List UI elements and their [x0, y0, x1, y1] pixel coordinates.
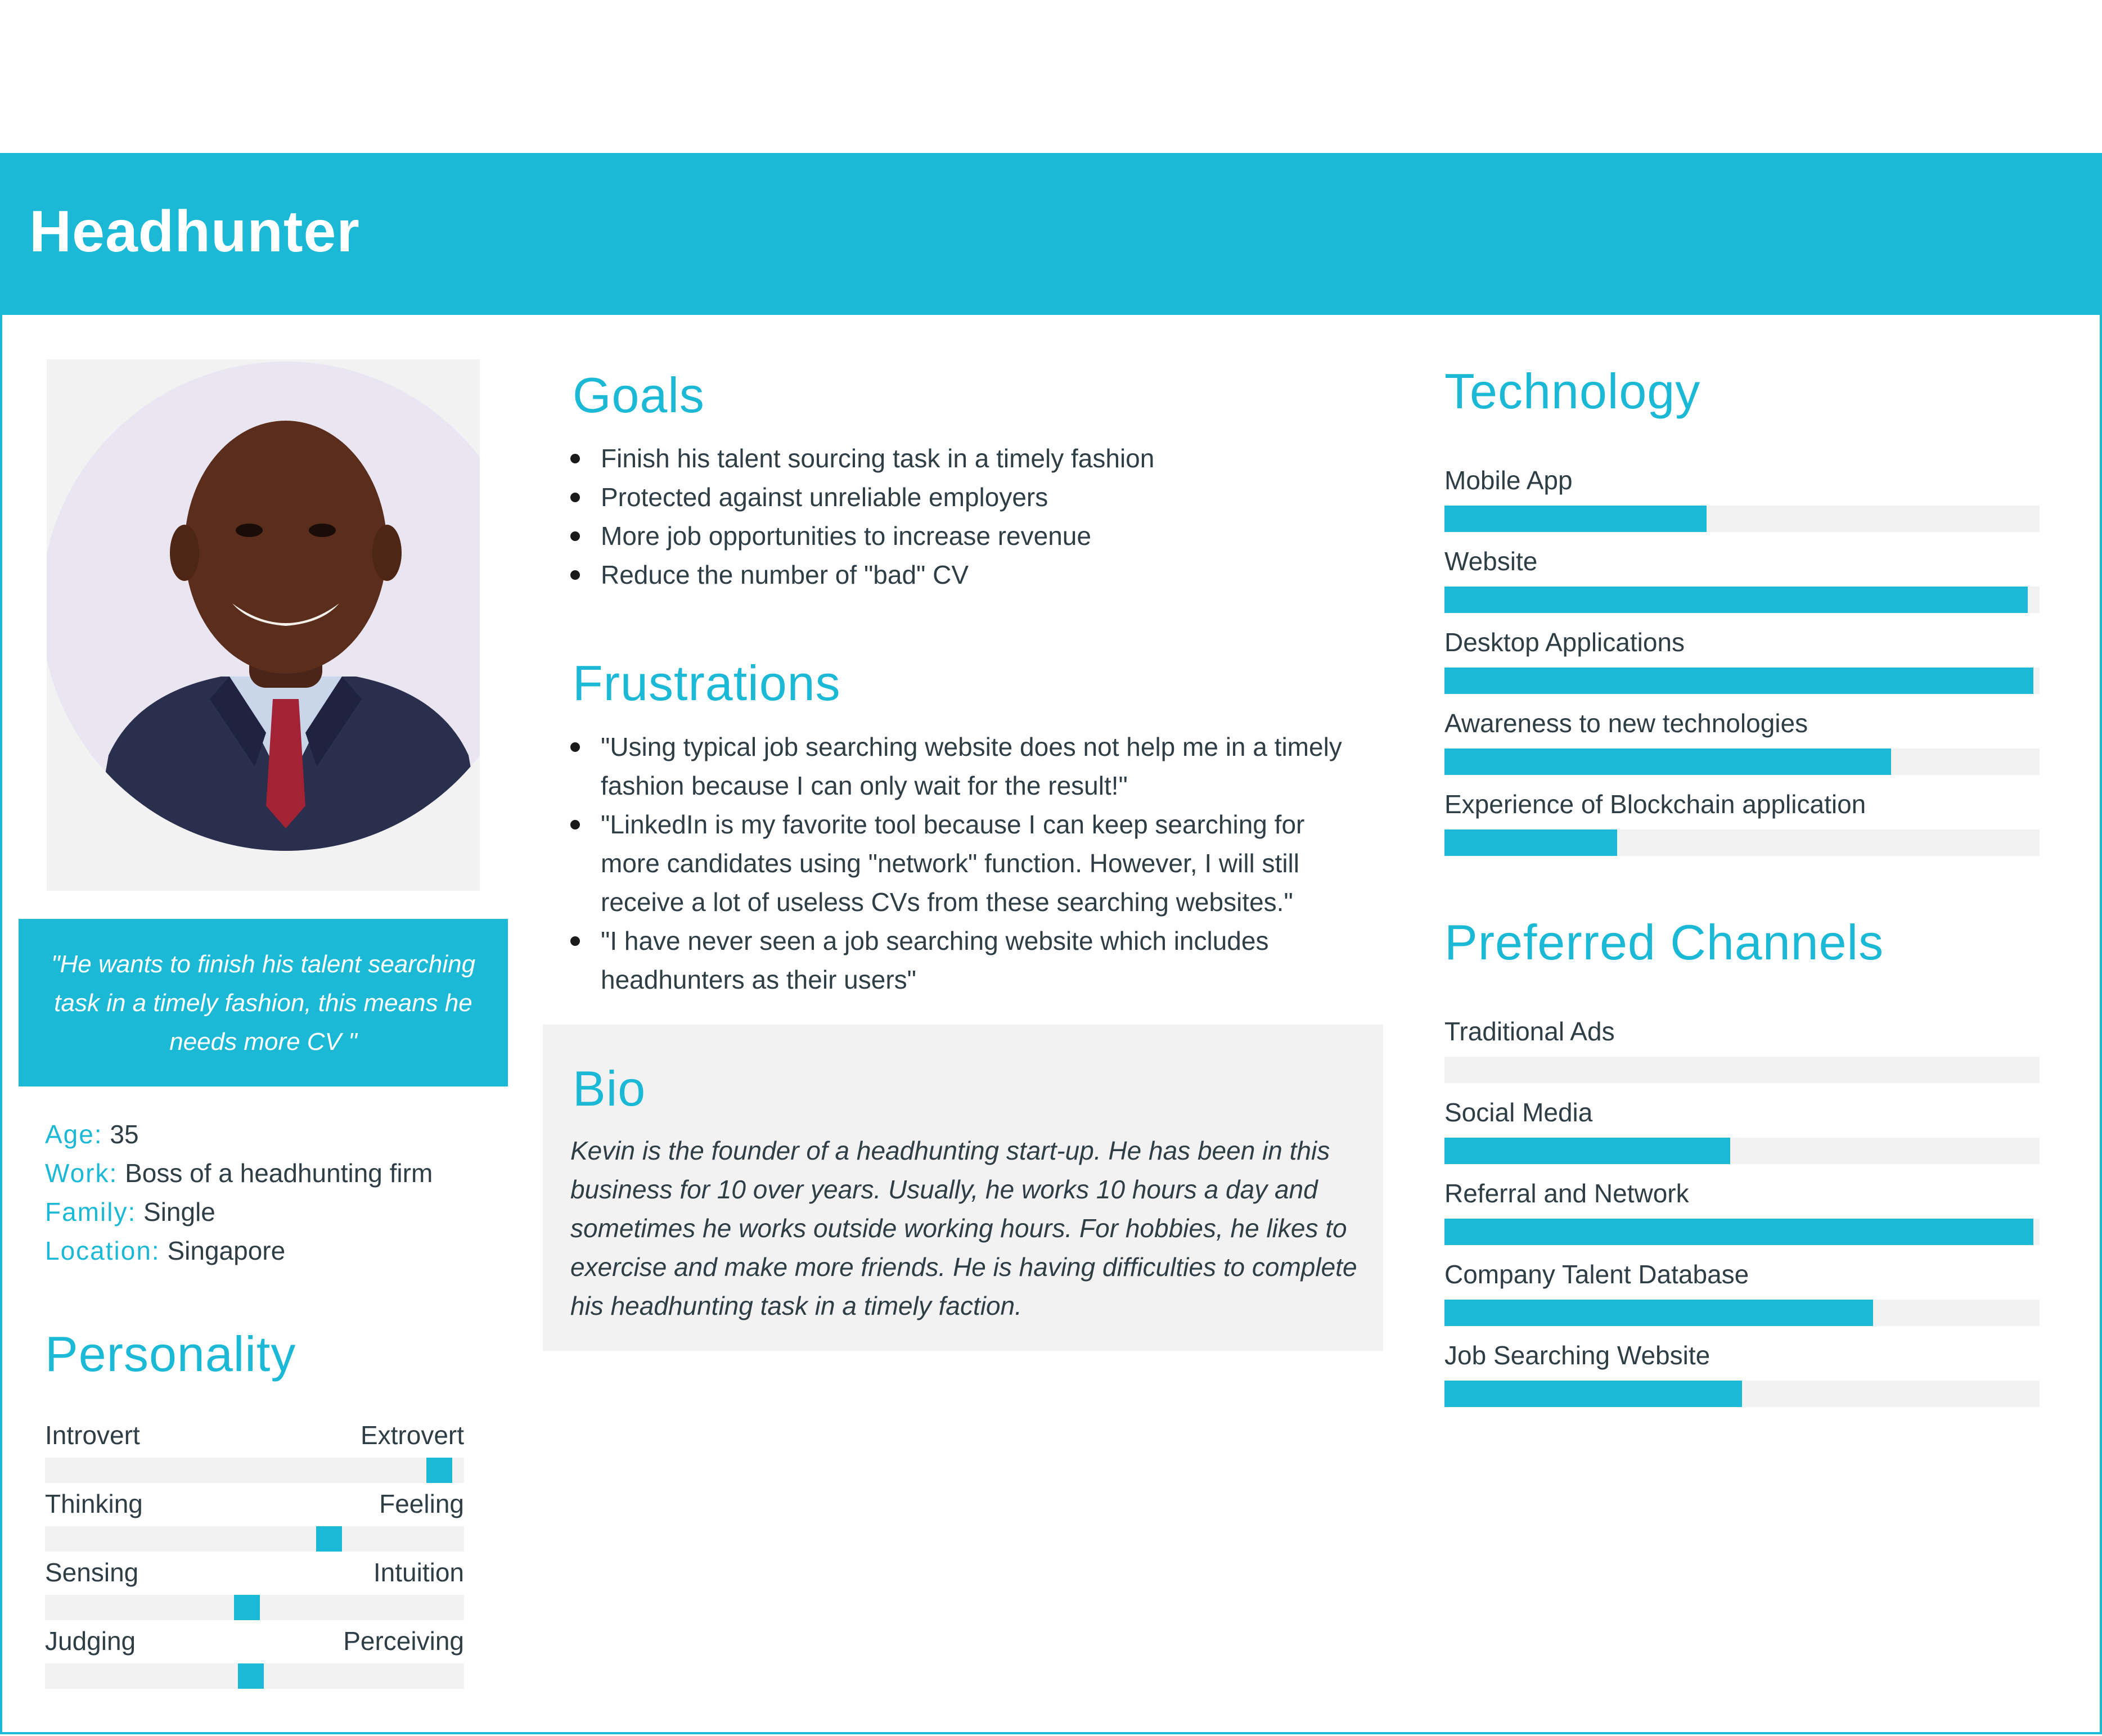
channel-meter-social-media: Social Media	[1444, 1097, 2040, 1164]
list-item: Finish his talent sourcing task in a tim…	[570, 439, 1392, 478]
meter-label: Referral and Network	[1444, 1179, 1689, 1208]
technology-title: Technology	[1444, 363, 1701, 419]
goals-list: Finish his talent sourcing task in a tim…	[570, 439, 1392, 594]
channel-meter-company-database: Company Talent Database	[1444, 1259, 2040, 1326]
fact-age: Age: 35	[45, 1115, 506, 1154]
persona-facts: Age: 35 Work: Boss of a headhunting firm…	[45, 1115, 506, 1270]
tech-meter-awareness: Awareness to new technologies	[1444, 707, 2040, 775]
goals-title: Goals	[573, 367, 705, 423]
tech-meter-mobile-app: Mobile App	[1444, 465, 2040, 532]
fact-label: Family:	[45, 1197, 137, 1227]
trait-left-label: Sensing	[45, 1558, 139, 1587]
trait-right-label: Extrovert	[360, 1421, 464, 1450]
tech-meter-blockchain: Experience of Blockchain application	[1444, 788, 2040, 856]
meter-fill	[1444, 1219, 2034, 1245]
trait-right-label: Intuition	[373, 1558, 464, 1587]
meter-track	[1444, 1381, 2040, 1407]
header-banner: Headhunter	[0, 153, 2102, 315]
meter-label: Job Searching Website	[1444, 1341, 1711, 1370]
channel-meter-traditional-ads: Traditional Ads	[1444, 1016, 2040, 1083]
trait-thinking-feeling: Thinking Feeling	[45, 1488, 464, 1552]
meter-fill	[1444, 1300, 1873, 1326]
quote-box: "He wants to finish his talent searching…	[19, 919, 508, 1086]
meter-fill	[1444, 668, 2034, 694]
meter-track	[1444, 1138, 2040, 1164]
fact-work: Work: Boss of a headhunting firm	[45, 1154, 506, 1193]
meter-label: Experience of Blockchain application	[1444, 790, 1866, 819]
trait-left-label: Introvert	[45, 1421, 140, 1450]
list-item: More job opportunities to increase reven…	[570, 517, 1392, 556]
frustrations-list: "Using typical job searching website doe…	[570, 728, 1358, 999]
fact-family: Family: Single	[45, 1193, 506, 1232]
channels-title: Preferred Channels	[1444, 914, 1884, 970]
trait-introvert-extrovert: Introvert Extrovert	[45, 1419, 464, 1483]
meter-track	[1444, 1300, 2040, 1326]
fact-value: 35	[110, 1120, 139, 1149]
fact-value: Singapore	[167, 1236, 286, 1265]
list-item: Reduce the number of "bad" CV	[570, 556, 1392, 594]
trait-marker	[426, 1458, 452, 1483]
meter-track	[1444, 668, 2040, 694]
fact-value: Single	[143, 1197, 215, 1227]
meter-label: Website	[1444, 547, 1538, 576]
trait-track	[45, 1458, 464, 1483]
meter-label: Awareness to new technologies	[1444, 709, 1808, 738]
meter-track	[1444, 829, 2040, 856]
bio-text: Kevin is the founder of a headhunting st…	[570, 1136, 1357, 1320]
fact-label: Age:	[45, 1120, 103, 1149]
avatar	[47, 362, 480, 851]
channel-meter-referral: Referral and Network	[1444, 1178, 2040, 1245]
meter-track	[1444, 748, 2040, 775]
list-item: Protected against unreliable employers	[570, 478, 1392, 517]
meter-fill	[1444, 1138, 1730, 1164]
trait-marker	[234, 1595, 260, 1620]
meter-label: Traditional Ads	[1444, 1017, 1615, 1046]
frustrations-title: Frustrations	[573, 655, 841, 711]
meter-track	[1444, 1219, 2040, 1245]
page-title: Headhunter	[29, 199, 360, 264]
avatar-frame	[47, 359, 480, 891]
meter-track	[1444, 506, 2040, 532]
meter-label: Company Talent Database	[1444, 1260, 1749, 1289]
meter-fill	[1444, 587, 2028, 613]
fact-value: Boss of a headhunting firm	[125, 1158, 433, 1188]
meter-fill	[1444, 829, 1617, 856]
meter-fill	[1444, 1381, 1742, 1407]
trait-right-label: Perceiving	[343, 1626, 464, 1656]
trait-marker	[316, 1526, 342, 1552]
trait-track	[45, 1663, 464, 1689]
channel-meter-job-website: Job Searching Website	[1444, 1340, 2040, 1407]
list-item: "Using typical job searching website doe…	[570, 728, 1358, 805]
trait-left-label: Judging	[45, 1626, 136, 1656]
trait-right-label: Feeling	[379, 1489, 464, 1518]
meter-label: Social Media	[1444, 1098, 1593, 1127]
trait-sensing-intuition: Sensing Intuition	[45, 1557, 464, 1620]
meter-fill	[1444, 748, 1891, 775]
trait-marker	[238, 1663, 264, 1689]
meter-track	[1444, 587, 2040, 613]
list-item: "I have never seen a job searching websi…	[570, 922, 1358, 999]
fact-location: Location: Singapore	[45, 1232, 506, 1270]
trait-track	[45, 1526, 464, 1552]
list-item: "LinkedIn is my favorite tool because I …	[570, 805, 1358, 922]
trait-judging-perceiving: Judging Perceiving	[45, 1625, 464, 1689]
meter-fill	[1444, 506, 1707, 532]
bio-title: Bio	[573, 1061, 646, 1116]
tech-meter-website: Website	[1444, 545, 2040, 613]
personality-title: Personality	[45, 1326, 296, 1382]
meter-track	[1444, 1057, 2040, 1083]
trait-left-label: Thinking	[45, 1489, 143, 1518]
tech-meter-desktop-applications: Desktop Applications	[1444, 626, 2040, 694]
meter-label: Desktop Applications	[1444, 628, 1685, 657]
portrait-image	[47, 362, 480, 851]
fact-label: Location:	[45, 1236, 160, 1265]
meter-label: Mobile App	[1444, 466, 1573, 495]
persona-quote: "He wants to finish his talent searching…	[51, 950, 476, 1056]
fact-label: Work:	[45, 1158, 118, 1188]
trait-track	[45, 1595, 464, 1620]
